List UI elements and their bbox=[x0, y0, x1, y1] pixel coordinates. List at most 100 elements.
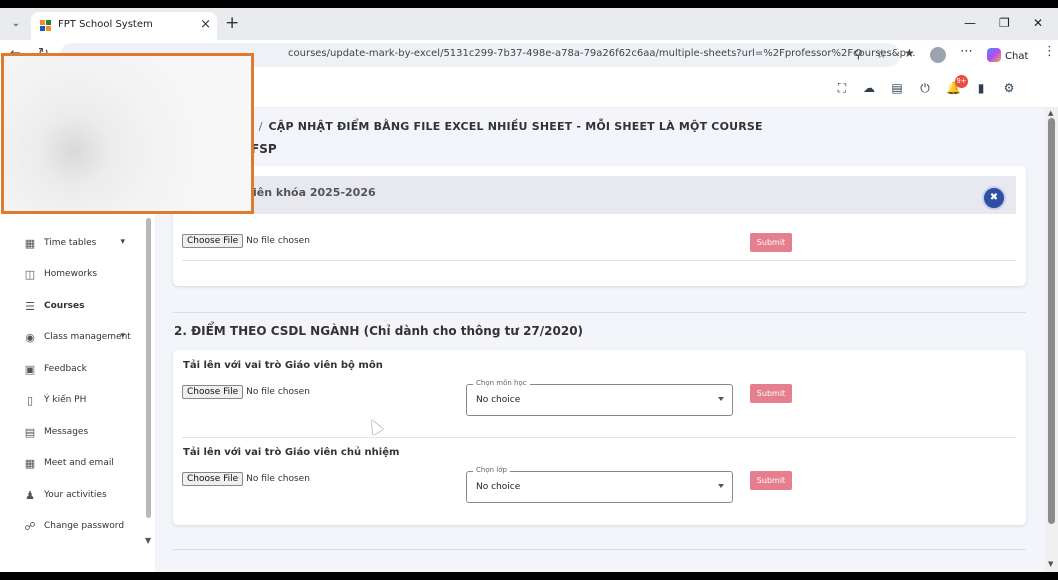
tab-title: FPT School System bbox=[58, 19, 153, 30]
file-status: No file chosen bbox=[246, 236, 310, 246]
feedback-icon: ▣ bbox=[24, 363, 36, 376]
page-title: CẬP NHẬT ĐIỂM BẰNG FILE EXCEL NHIỀU SHEE… bbox=[268, 120, 763, 133]
scroll-up-icon[interactable]: ▲ bbox=[1048, 109, 1053, 117]
section2-card: Tải lên với vai trò Giáo viên bộ môn Cho… bbox=[173, 350, 1026, 525]
sidebar-scrollbar[interactable] bbox=[146, 218, 151, 518]
clipboard-icon[interactable]: ▤ bbox=[890, 81, 904, 95]
building-icon: ▦ bbox=[24, 457, 36, 470]
profile-avatar-icon[interactable] bbox=[930, 47, 946, 63]
table-icon: ▦ bbox=[24, 237, 36, 250]
section2-title: 2. ĐIỂM THEO CSDL NGÀNH (Chỉ dành cho th… bbox=[174, 324, 584, 338]
sidebar-item-label: Messages bbox=[44, 427, 89, 437]
remove-x-button[interactable]: ✖ bbox=[982, 186, 1006, 210]
tab-list-chevron-icon[interactable]: ⌄ bbox=[6, 15, 26, 33]
sidebar-item-class-management[interactable]: ◉ Class management ▾ bbox=[24, 330, 149, 350]
zoom-search-icon[interactable]: ⚲ bbox=[854, 47, 863, 61]
window-close-icon[interactable]: ✕ bbox=[1033, 16, 1043, 30]
power-icon[interactable]: ⏻ bbox=[918, 81, 932, 95]
section1-submit-button[interactable]: Submit bbox=[750, 233, 792, 252]
sidebar-item-courses[interactable]: ☰ Courses bbox=[24, 299, 149, 319]
sidebar-item-label: Meet and email bbox=[44, 458, 114, 468]
sidebar-item-change-password[interactable]: ☍ Change password bbox=[24, 519, 149, 539]
section-divider bbox=[173, 549, 1026, 550]
maximize-icon[interactable]: ❐ bbox=[999, 16, 1010, 30]
subject-teacher-file-input[interactable]: Choose File No file chosen bbox=[182, 384, 310, 399]
section1-file-input[interactable]: Choose File No file chosen bbox=[182, 233, 310, 248]
chat-label: Chat bbox=[1005, 51, 1029, 62]
sidebar-item-homeworks[interactable]: ◫ Homeworks bbox=[24, 267, 149, 287]
select-legend: Chọn lớp bbox=[473, 466, 510, 474]
page-scrollbar[interactable]: ▲ ▼ bbox=[1045, 108, 1058, 572]
sidebar-item-label: Your activities bbox=[44, 490, 107, 500]
cloud-upload-icon[interactable]: ☁ bbox=[862, 81, 876, 95]
sidebar-item-label: Feedback bbox=[44, 364, 87, 374]
favorite-star-icon[interactable]: ☆ bbox=[876, 47, 887, 61]
file-status: No file chosen bbox=[246, 474, 310, 484]
section1-card-header: iên khóa 2025-2026 ✖ bbox=[173, 176, 1016, 214]
blurred-redaction-overlay bbox=[1, 53, 254, 214]
main-content: urses/CẬP NHẬT ĐIỂM BẰNG FILE EXCEL NHIỀ… bbox=[155, 108, 1045, 572]
homeroom-teacher-submit-button[interactable]: Submit bbox=[750, 471, 792, 490]
sidebar-item-y-kien-ph[interactable]: ▯ Ý kiến PH bbox=[24, 393, 149, 413]
expand-arrow-icon: ▾ bbox=[120, 237, 125, 247]
upload-label-subject-teacher: Tải lên với vai trò Giáo viên bộ môn bbox=[183, 360, 383, 371]
divider bbox=[182, 437, 1016, 438]
tab-close-icon[interactable]: × bbox=[200, 17, 211, 32]
sidebar-scroll-down-icon[interactable]: ▼ bbox=[145, 536, 151, 545]
tab-strip: ⌄ FPT School System × + — ❐ ✕ bbox=[0, 8, 1058, 40]
upload-label-homeroom-teacher: Tải lên với vai trò Giáo viên chủ nhiệm bbox=[183, 447, 400, 458]
sidebar-item-label: Time tables bbox=[44, 238, 97, 248]
sidebar-item-feedback[interactable]: ▣ Feedback bbox=[24, 362, 149, 382]
lock-icon: ☍ bbox=[24, 520, 36, 533]
sidebar-item-label: Change password bbox=[44, 521, 125, 531]
copilot-chat-button[interactable]: Chat bbox=[987, 48, 1028, 62]
person-walking-icon: ♟ bbox=[25, 489, 35, 502]
scroll-down-icon[interactable]: ▼ bbox=[1048, 560, 1053, 568]
courses-icon: ☰ bbox=[25, 300, 35, 313]
breadcrumb: urses/CẬP NHẬT ĐIỂM BẰNG FILE EXCEL NHIỀ… bbox=[223, 120, 763, 133]
copilot-logo-icon bbox=[987, 48, 1001, 62]
divider bbox=[182, 260, 1016, 261]
page-scroll-thumb[interactable] bbox=[1048, 118, 1055, 524]
sidebar-item-messages[interactable]: ▤ Messages bbox=[24, 425, 149, 445]
favorites-list-icon[interactable]: ★ bbox=[904, 46, 915, 60]
section1-card: iên khóa 2025-2026 ✖ Choose File No file … bbox=[173, 166, 1026, 286]
card-header-text: iên khóa 2025-2026 bbox=[253, 186, 376, 199]
sidebar-item-time-tables[interactable]: ▦ Time tables ▾ bbox=[24, 236, 149, 256]
subject-teacher-submit-button[interactable]: Submit bbox=[750, 384, 792, 403]
fullscreen-icon[interactable]: ⛶ bbox=[835, 81, 849, 95]
notification-badge: 9+ bbox=[955, 75, 968, 88]
dropdown-caret-icon bbox=[718, 397, 724, 401]
sidebar-item-label: Homeworks bbox=[44, 269, 98, 279]
sidebar-item-your-activities[interactable]: ♟ Your activities bbox=[24, 488, 149, 508]
browser-window: ⌄ FPT School System × + — ❐ ✕ ← ↻ course… bbox=[0, 8, 1058, 572]
sidebar-item-label: Class management bbox=[44, 332, 131, 342]
palette-icon: ◉ bbox=[25, 331, 35, 344]
browser-tab[interactable]: FPT School System × bbox=[31, 12, 217, 40]
choose-file-button[interactable]: Choose File bbox=[182, 472, 244, 486]
backspace-x-icon: ✖ bbox=[989, 192, 999, 203]
document-icon: ◫ bbox=[24, 268, 36, 281]
select-value: No choice bbox=[476, 482, 521, 492]
section-divider bbox=[173, 312, 1026, 313]
sidebar-item-label: Courses bbox=[44, 301, 85, 311]
minimize-icon[interactable]: — bbox=[964, 16, 976, 30]
more-menu-icon[interactable]: ⋯ bbox=[960, 44, 973, 59]
choose-file-button[interactable]: Choose File bbox=[182, 385, 244, 399]
subject-select[interactable]: Chọn môn học No choice bbox=[466, 379, 733, 416]
homeroom-teacher-file-input[interactable]: Choose File No file chosen bbox=[182, 471, 310, 486]
sidebar-item-meet-and-email[interactable]: ▦ Meet and email bbox=[24, 456, 149, 476]
message-icon: ▤ bbox=[24, 426, 36, 439]
settings-gear-icon[interactable]: ⚙ bbox=[1002, 81, 1016, 95]
choose-file-button[interactable]: Choose File bbox=[182, 234, 244, 248]
select-legend: Chọn môn học bbox=[473, 379, 530, 387]
class-select[interactable]: Chọn lớp No choice bbox=[466, 466, 733, 503]
dropdown-caret-icon bbox=[718, 484, 724, 488]
chat-bubble-icon[interactable]: ▮ bbox=[974, 81, 988, 95]
bookmark-icon: ▯ bbox=[26, 394, 34, 407]
browser-menu-icon[interactable]: ⋮ bbox=[1043, 44, 1056, 59]
favicon-icon bbox=[40, 20, 51, 31]
url-text: courses/update-mark-by-excel/5131c299-7b… bbox=[288, 48, 916, 59]
breadcrumb-separator: / bbox=[258, 120, 263, 133]
new-tab-plus-icon[interactable]: + bbox=[225, 13, 239, 33]
